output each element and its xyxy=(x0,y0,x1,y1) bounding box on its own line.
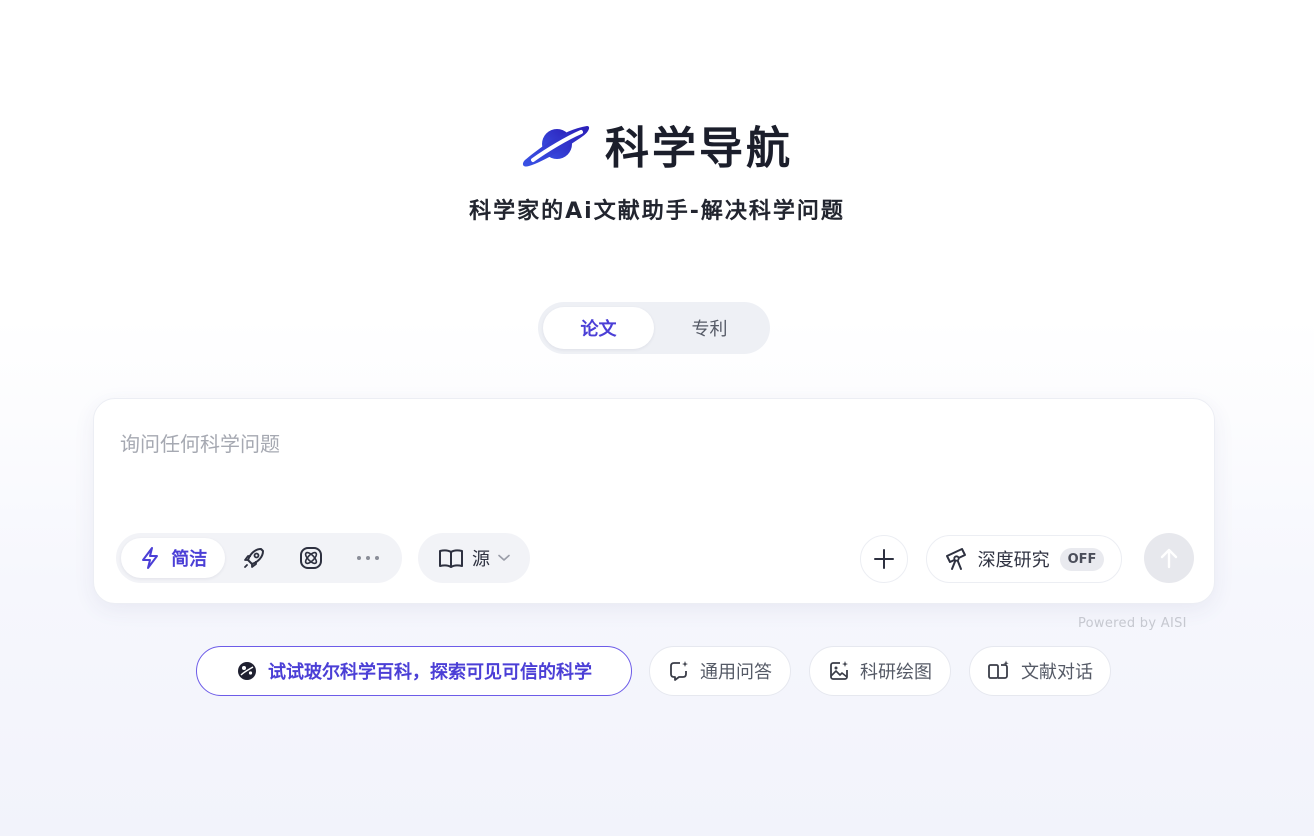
chip-research-drawing-label: 科研绘图 xyxy=(860,662,932,683)
atom-icon xyxy=(300,547,323,569)
add-attachment-button[interactable] xyxy=(860,535,908,583)
rocket-icon xyxy=(244,548,265,568)
mode-concise-button[interactable]: 简洁 xyxy=(121,538,226,578)
tagline: 科学家的Ai文献助手-解决科学问题 xyxy=(469,199,845,224)
deep-research-status-badge: OFF xyxy=(1059,547,1105,571)
arrow-up-icon xyxy=(1160,548,1178,569)
source-dropdown[interactable]: 源 xyxy=(418,533,530,583)
search-input[interactable] xyxy=(120,427,1180,461)
source-label: 源 xyxy=(472,549,490,570)
science-globe-icon xyxy=(238,662,256,680)
chip-science-encyclopedia-label: 试试玻尔科学百科，探索可见可信的科学 xyxy=(268,662,592,683)
lightning-icon xyxy=(142,547,159,569)
mode-concise-label: 简洁 xyxy=(171,549,208,570)
search-type-tabs: 论文 专利 xyxy=(538,302,770,354)
chip-science-encyclopedia[interactable]: 试试玻尔科学百科，探索可见可信的科学 xyxy=(196,646,632,696)
brand-header: 科学导航 xyxy=(0,112,1314,176)
mode-more-button[interactable] xyxy=(340,538,397,578)
doc-spark-icon xyxy=(988,660,1009,679)
deep-research-toggle[interactable]: 深度研究 OFF xyxy=(926,535,1122,583)
chip-general-qa-label: 通用问答 xyxy=(700,662,772,683)
book-icon xyxy=(439,549,463,568)
telescope-icon xyxy=(945,548,966,570)
mode-atom-button[interactable] xyxy=(283,538,340,578)
chevron-down-icon xyxy=(498,554,510,561)
more-icon xyxy=(357,556,380,560)
chip-research-drawing[interactable]: 科研绘图 xyxy=(809,646,951,696)
mode-rocket-button[interactable] xyxy=(225,538,282,578)
plus-icon xyxy=(874,549,894,569)
chip-literature-chat-label: 文献对话 xyxy=(1021,662,1093,683)
tab-patents[interactable]: 专利 xyxy=(654,307,765,349)
chat-spark-icon xyxy=(670,661,688,681)
search-card: 简洁 xyxy=(93,398,1215,604)
tab-papers[interactable]: 论文 xyxy=(543,307,654,349)
planet-ring-icon xyxy=(522,126,590,167)
brand-title: 科学导航 xyxy=(605,123,793,174)
chip-general-qa[interactable]: 通用问答 xyxy=(649,646,791,696)
image-spark-icon xyxy=(830,661,848,680)
mode-selector: 简洁 xyxy=(116,533,402,583)
powered-by-text: Powered by AISI xyxy=(1078,616,1187,631)
chip-literature-chat[interactable]: 文献对话 xyxy=(969,646,1111,696)
deep-research-label: 深度研究 xyxy=(977,550,1050,571)
send-button[interactable] xyxy=(1144,533,1194,583)
